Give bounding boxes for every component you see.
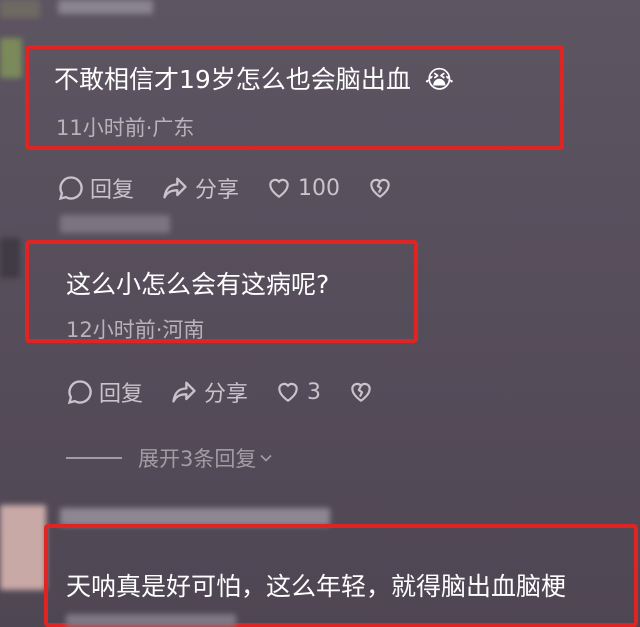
reply-button[interactable]: 回复	[66, 376, 143, 408]
dislike-button[interactable]	[366, 175, 399, 201]
comment-2-meta: 12小时前·河南	[66, 318, 205, 342]
username-blurred	[58, 0, 153, 14]
expand-replies-button[interactable]: 展开3条回复	[66, 443, 276, 473]
reply-label: 回复	[90, 178, 135, 203]
comment-1-body: 不敢相信才19岁怎么也会脑出血	[54, 65, 411, 94]
comment-3-meta-blurred	[66, 614, 236, 627]
divider-line	[66, 457, 122, 459]
reply-button[interactable]: 回复	[57, 172, 134, 204]
crying-emoji-icon: 😭	[424, 65, 454, 94]
heart-icon	[269, 178, 289, 198]
broken-heart-icon	[351, 382, 371, 402]
dislike-button[interactable]	[347, 379, 380, 405]
comment-2-actions: 回复 分享 3	[66, 376, 406, 408]
comment-1-meta: 11小时前·广东	[56, 116, 195, 140]
heart-icon	[278, 382, 298, 402]
comment-1-actions: 回复 分享 100	[57, 172, 425, 204]
reply-label: 回复	[99, 382, 144, 407]
share-arrow-icon	[163, 177, 187, 199]
avatar-blurred	[0, 505, 46, 590]
chevron-down-icon	[260, 454, 272, 462]
comment-2-text: 这么小怎么会有这病呢?	[66, 270, 330, 299]
avatar-blurred	[0, 0, 40, 18]
like-count: 100	[298, 175, 341, 201]
expand-replies-label: 展开3条回复	[138, 447, 257, 471]
share-label: 分享	[204, 382, 249, 407]
comment-bubble-icon	[67, 380, 92, 405]
share-button[interactable]: 分享	[160, 172, 239, 204]
avatar-blurred	[0, 238, 20, 278]
share-arrow-icon	[172, 381, 196, 403]
avatar-blurred	[0, 38, 22, 78]
comment-1-text: 不敢相信才19岁怎么也会脑出血 😭	[54, 60, 454, 96]
comment-bubble-icon	[58, 176, 83, 201]
username-blurred	[60, 215, 170, 233]
share-button[interactable]: 分享	[169, 376, 248, 408]
like-button[interactable]: 3	[274, 379, 321, 405]
broken-heart-icon	[370, 178, 390, 198]
comment-3-text: 天呐真是好可怕，这么年轻，就得脑出血脑梗	[66, 572, 567, 601]
share-label: 分享	[195, 178, 240, 203]
like-count: 3	[307, 379, 322, 405]
like-button[interactable]: 100	[265, 175, 340, 201]
